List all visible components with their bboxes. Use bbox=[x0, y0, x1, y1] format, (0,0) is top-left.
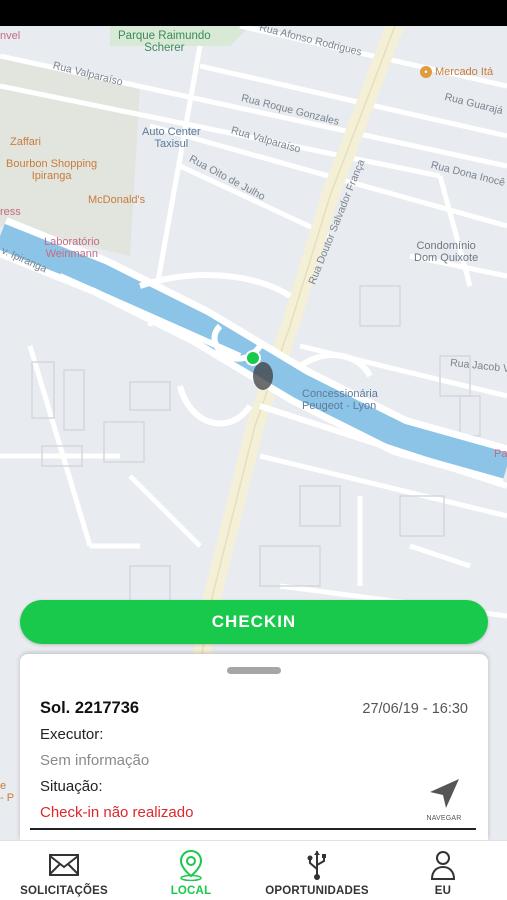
checkin-button[interactable]: CHECKIN bbox=[20, 600, 488, 644]
tab-local[interactable]: LOCAL bbox=[160, 841, 222, 900]
drag-handle[interactable] bbox=[227, 667, 281, 674]
tab-label-eu: EU bbox=[434, 885, 452, 897]
request-card[interactable]: Sol. 2217736 27/06/19 - 16:30 Executor: … bbox=[20, 654, 488, 840]
map-label-bourbon: Bourbon Shopping Ipiranga bbox=[6, 158, 98, 182]
tab-oportunidades[interactable]: OPORTUNIDADES bbox=[262, 841, 372, 900]
tab-eu[interactable]: EU bbox=[420, 841, 466, 900]
navegar-label: NAVEGAR bbox=[426, 815, 462, 822]
card-divider bbox=[30, 828, 476, 830]
current-location-shadow-icon bbox=[253, 362, 273, 390]
envelope-icon bbox=[48, 849, 80, 881]
tab-label-local: LOCAL bbox=[170, 885, 212, 897]
map-label-left-edge: e - P bbox=[0, 780, 15, 804]
situacao-value: Check-in não realizado bbox=[40, 804, 194, 821]
location-pin-icon[interactable] bbox=[245, 350, 261, 366]
map-label-mcdonalds: McDonald's bbox=[88, 194, 146, 206]
tab-solicitacoes[interactable]: SOLICITAÇÕES bbox=[20, 841, 108, 900]
map-label-zaffari: Zaffari bbox=[10, 136, 41, 148]
status-bar bbox=[0, 0, 507, 26]
navigation-arrow-icon bbox=[430, 779, 459, 808]
bottom-navigation: SOLICITAÇÕES LOCAL OPORTUNIDADES EU bbox=[0, 840, 507, 900]
map-label-auto-center: Auto Center Taxisul bbox=[142, 126, 201, 150]
request-number: Sol. 2217736 bbox=[40, 699, 140, 717]
usb-icon bbox=[304, 849, 330, 881]
map-label-concessionaria: Concessionária Peugeot - Lyon bbox=[302, 388, 378, 412]
navegar-button[interactable]: NAVEGAR bbox=[422, 776, 466, 826]
cart-icon: • bbox=[420, 66, 432, 79]
map-label-nvel: nvel bbox=[0, 30, 21, 42]
request-date: 27/06/19 - 16:30 bbox=[362, 701, 468, 717]
executor-value: Sem informação bbox=[40, 752, 150, 769]
map-pin-icon bbox=[177, 849, 205, 881]
map-label-park: Parque Raimundo Scherer bbox=[118, 30, 211, 54]
map-label-pa: Pa bbox=[494, 448, 507, 460]
map-label-press: ress bbox=[0, 206, 21, 218]
situacao-label: Situação: bbox=[40, 778, 103, 795]
executor-label: Executor: bbox=[40, 726, 104, 743]
map-label-condominio: Condomínio Dom Quixote bbox=[414, 240, 479, 264]
tab-label-oportunidades: OPORTUNIDADES bbox=[265, 885, 369, 897]
user-icon bbox=[429, 849, 457, 881]
map-label-mercado: • Mercado Itá bbox=[420, 66, 493, 79]
map-label-laboratorio: Laboratório Weinmann bbox=[44, 236, 100, 260]
tab-label-solicitacoes: SOLICITAÇÕES bbox=[20, 885, 108, 897]
